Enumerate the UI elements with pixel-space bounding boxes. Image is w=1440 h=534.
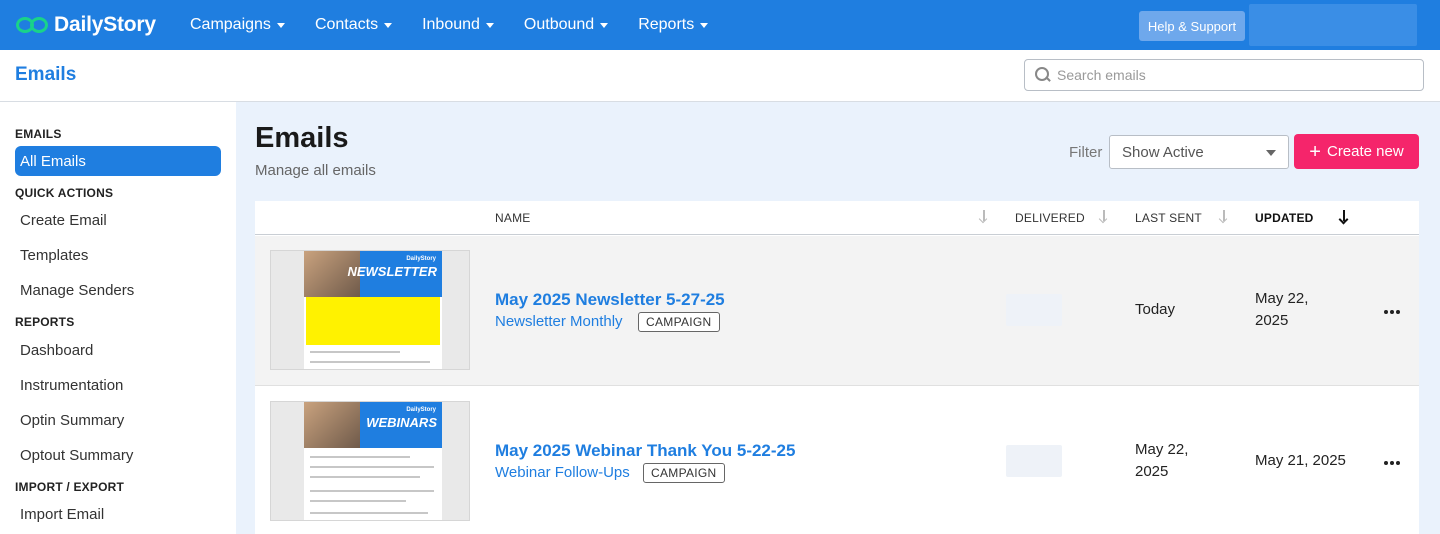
- nav-label: Inbound: [422, 16, 480, 33]
- thumbnail-preview: DailyStory NEWSLETTER: [304, 251, 442, 369]
- column-header-last-sent[interactable]: LAST SENT: [1135, 211, 1202, 225]
- sidebar-item-dashboard[interactable]: Dashboard: [20, 342, 93, 359]
- help-support-button[interactable]: Help & Support: [1139, 11, 1245, 41]
- nav-outbound[interactable]: Outbound: [523, 16, 609, 34]
- sidebar-item-optout-summary[interactable]: Optout Summary: [20, 447, 133, 464]
- caret-down-icon: [384, 22, 393, 28]
- sidebar-heading-reports: REPORTS: [15, 315, 75, 329]
- page-header: Emails: [0, 50, 1440, 102]
- search-input[interactable]: [1057, 67, 1397, 83]
- table-row[interactable]: DailyStory WEBINARS May 2025 Webinar Tha…: [255, 387, 1419, 534]
- email-thumbnail[interactable]: DailyStory NEWSLETTER: [270, 250, 470, 370]
- thumbnail-text-line: [310, 476, 420, 478]
- thumbnail-photo: [304, 402, 360, 448]
- sort-arrow-icon[interactable]: [1099, 210, 1109, 224]
- last-sent-value: May 22, 2025: [1135, 441, 1189, 480]
- campaign-badge: CAMPAIGN: [638, 312, 720, 332]
- account-menu[interactable]: [1249, 4, 1417, 46]
- thumbnail-highlight-box: [306, 297, 440, 345]
- nav-contacts[interactable]: Contacts: [314, 16, 393, 34]
- table-header: NAME DELIVERED LAST SENT UPDATED: [255, 201, 1419, 235]
- sidebar-item-import-email[interactable]: Import Email: [20, 506, 104, 523]
- main-content: Emails Manage all emails Filter Show Act…: [236, 102, 1440, 534]
- sidebar-item-templates[interactable]: Templates: [20, 247, 88, 264]
- nav-campaigns[interactable]: Campaigns: [190, 16, 285, 34]
- updated-value: May 22, 2025: [1255, 290, 1309, 329]
- thumbnail-brand: DailyStory: [406, 407, 436, 413]
- emails-table: NAME DELIVERED LAST SENT UPDATED DailySt…: [255, 201, 1419, 534]
- sidebar-item-all-emails[interactable]: All Emails: [15, 146, 221, 176]
- main-title: Emails: [255, 122, 349, 154]
- sidebar-item-optin-summary[interactable]: Optin Summary: [20, 412, 124, 429]
- column-header-delivered[interactable]: DELIVERED: [1015, 211, 1085, 225]
- email-name-link[interactable]: May 2025 Webinar Thank You 5-22-25: [495, 441, 795, 461]
- thumbnail-banner: DailyStory NEWSLETTER: [304, 251, 442, 297]
- caret-down-icon: [485, 22, 494, 28]
- nav-label: Outbound: [523, 16, 595, 33]
- table-row[interactable]: DailyStory NEWSLETTER May 2025 Newslette…: [255, 236, 1419, 386]
- caret-down-icon: [1266, 150, 1276, 156]
- thumbnail-brand: DailyStory: [406, 256, 436, 262]
- search-box[interactable]: [1024, 59, 1424, 91]
- thumbnail-preview: DailyStory WEBINARS: [304, 402, 442, 520]
- sidebar-item-instrumentation[interactable]: Instrumentation: [20, 377, 123, 394]
- filter-label: Filter: [1069, 144, 1103, 161]
- page-title: Emails: [15, 64, 77, 85]
- sort-arrow-icon[interactable]: [979, 210, 989, 224]
- thumbnail-headline: NEWSLETTER: [347, 264, 437, 279]
- sidebar-heading-quick-actions: QUICK ACTIONS: [15, 186, 114, 200]
- sidebar-heading-emails: EMAILS: [15, 127, 62, 141]
- nav-label: Reports: [638, 16, 695, 33]
- caret-down-icon: [276, 22, 285, 28]
- email-thumbnail[interactable]: DailyStory WEBINARS: [270, 401, 470, 521]
- sidebar: EMAILS All Emails QUICK ACTIONS Create E…: [0, 102, 236, 534]
- thumbnail-text-line: [310, 456, 410, 458]
- last-sent-value: Today: [1135, 301, 1176, 318]
- plus-icon: +: [1309, 140, 1321, 163]
- sort-arrow-icon[interactable]: [1219, 210, 1229, 224]
- main-subtitle: Manage all emails: [255, 162, 376, 179]
- more-actions-icon[interactable]: [1384, 461, 1400, 465]
- delivered-count: [1006, 294, 1062, 326]
- caret-down-icon: [700, 22, 709, 28]
- nav-label: Campaigns: [190, 16, 271, 33]
- main-menu: Campaigns Contacts Inbound Outbound Repo…: [190, 16, 738, 34]
- email-list-link[interactable]: Newsletter Monthly: [495, 313, 623, 330]
- thumbnail-text-line: [310, 466, 434, 468]
- updated-value: May 21, 2025: [1255, 452, 1346, 469]
- column-header-updated[interactable]: UPDATED: [1255, 211, 1314, 225]
- more-actions-icon[interactable]: [1384, 310, 1400, 314]
- thumbnail-banner: DailyStory WEBINARS: [304, 402, 442, 448]
- sidebar-item-manage-senders[interactable]: Manage Senders: [20, 282, 134, 299]
- thumbnail-text-line: [310, 490, 434, 492]
- caret-down-icon: [600, 22, 609, 28]
- filter-select[interactable]: Show Active: [1109, 135, 1289, 169]
- create-new-button[interactable]: + Create new: [1294, 134, 1419, 169]
- brand-logo[interactable]: DailyStory: [16, 13, 176, 37]
- create-new-label: Create new: [1326, 143, 1404, 160]
- campaign-badge: CAMPAIGN: [643, 463, 725, 483]
- thumbnail-headline: WEBINARS: [366, 415, 437, 430]
- sidebar-heading-import-export: IMPORT / EXPORT: [15, 480, 125, 494]
- thumbnail-text-line: [310, 500, 406, 502]
- thumbnail-text-line: [310, 361, 430, 363]
- thumbnail-text-line: [310, 351, 400, 353]
- sidebar-item-create-email[interactable]: Create Email: [20, 212, 107, 229]
- thumbnail-text-line: [310, 512, 428, 514]
- email-list-link[interactable]: Webinar Follow-Ups: [495, 464, 630, 481]
- nav-label: Contacts: [314, 16, 379, 33]
- search-icon: [1035, 67, 1051, 83]
- filter-value: Show Active: [1122, 143, 1204, 161]
- column-header-name[interactable]: NAME: [495, 211, 530, 225]
- brand-name: DailyStory: [54, 13, 156, 36]
- nav-reports[interactable]: Reports: [638, 16, 709, 34]
- nav-inbound[interactable]: Inbound: [422, 16, 494, 34]
- delivered-count: [1006, 445, 1062, 477]
- email-name-link[interactable]: May 2025 Newsletter 5-27-25: [495, 290, 725, 310]
- top-navigation: DailyStory Campaigns Contacts Inbound Ou…: [0, 0, 1440, 50]
- infinity-logo-icon: [16, 17, 50, 33]
- sort-desc-icon[interactable]: [1339, 210, 1349, 224]
